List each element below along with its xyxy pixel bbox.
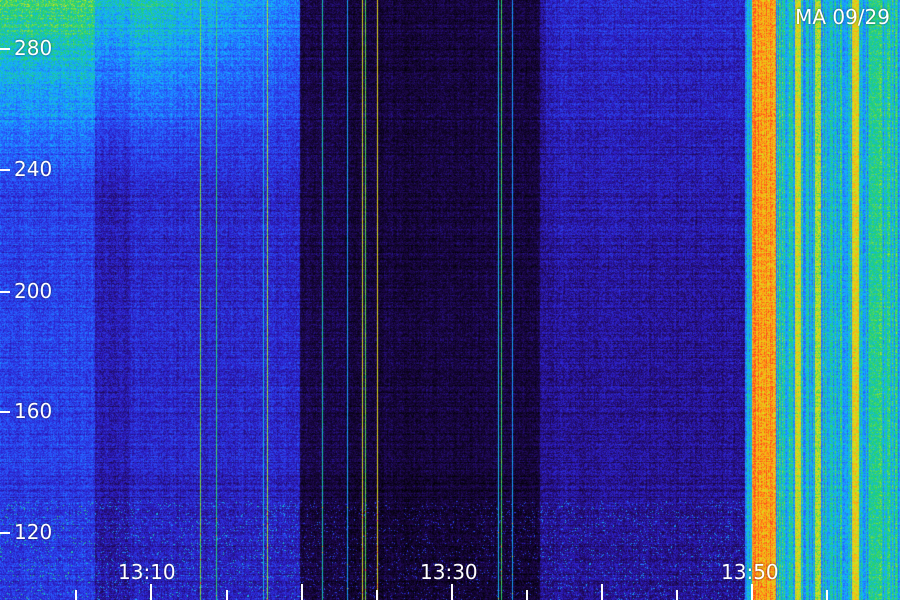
station-date-label: MA 09/29 bbox=[795, 5, 890, 29]
time-axis-tick bbox=[676, 590, 678, 600]
time-axis-tick bbox=[826, 590, 828, 600]
time-tick-label: 13:50 bbox=[721, 560, 779, 584]
time-axis-tick bbox=[150, 584, 152, 600]
frequency-tick-label: 240 bbox=[0, 157, 53, 181]
frequency-tick-label: 280 bbox=[0, 36, 53, 60]
time-axis-tick bbox=[751, 584, 753, 600]
time-axis-tick bbox=[451, 584, 453, 600]
frequency-tick-label: 200 bbox=[0, 279, 53, 303]
time-axis-tick bbox=[376, 590, 378, 600]
time-tick-label: 13:30 bbox=[420, 560, 478, 584]
time-tick-label: 13:10 bbox=[118, 560, 176, 584]
frequency-tick-label: 160 bbox=[0, 399, 53, 423]
time-axis-tick bbox=[226, 590, 228, 600]
time-axis-tick bbox=[75, 590, 77, 600]
time-axis-tick bbox=[301, 584, 303, 600]
time-axis-tick bbox=[526, 590, 528, 600]
time-axis-tick bbox=[601, 584, 603, 600]
spectrogram-view: MA 09/29 280 240 200 160 120 13:10 13:30… bbox=[0, 0, 900, 600]
frequency-tick-label: 120 bbox=[0, 520, 53, 544]
spectrogram-image bbox=[0, 0, 900, 600]
